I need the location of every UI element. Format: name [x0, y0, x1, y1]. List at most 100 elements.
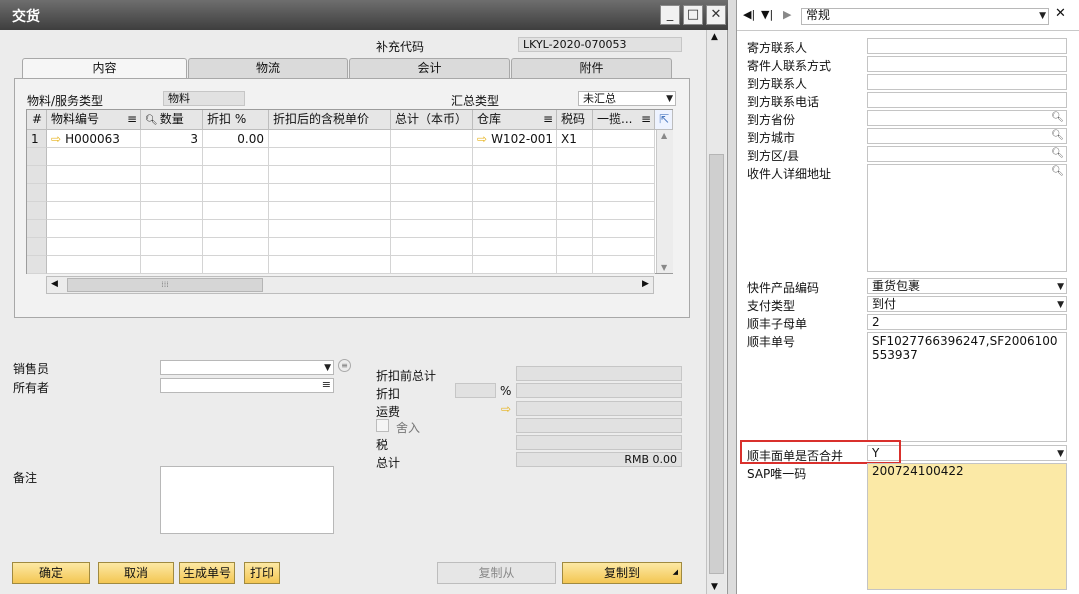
- column-header[interactable]: 税码: [557, 110, 593, 130]
- empty-cell[interactable]: [47, 148, 141, 166]
- search-icon[interactable]: 🔍︎: [1051, 129, 1064, 143]
- empty-cell[interactable]: [473, 166, 557, 184]
- sap-code-field[interactable]: 200724100422: [867, 463, 1067, 590]
- tab-logistics[interactable]: 物流: [188, 58, 348, 78]
- receiver-province-field[interactable]: 🔍︎: [867, 110, 1067, 126]
- freight-field[interactable]: [516, 401, 682, 416]
- salesperson-select[interactable]: ▼: [160, 360, 334, 375]
- empty-cell[interactable]: [203, 184, 269, 202]
- empty-cell[interactable]: [391, 148, 473, 166]
- vertical-scrollbar[interactable]: ▲ ▼: [706, 30, 726, 594]
- empty-cell[interactable]: [47, 220, 141, 238]
- empty-cell[interactable]: [269, 220, 391, 238]
- remarks-textarea[interactable]: [160, 466, 334, 534]
- row-header[interactable]: [27, 184, 47, 202]
- empty-cell[interactable]: [269, 184, 391, 202]
- empty-cell[interactable]: [391, 166, 473, 184]
- discount-amount-field[interactable]: [516, 383, 682, 398]
- tax-field[interactable]: [516, 435, 682, 450]
- sub-count-field[interactable]: 2: [867, 314, 1067, 330]
- tab-content[interactable]: 内容: [22, 58, 187, 79]
- row-header[interactable]: [27, 202, 47, 220]
- item-code-cell[interactable]: ⇨ H000063: [47, 130, 141, 148]
- supplement-code-field[interactable]: LKYL-2020-070053: [518, 37, 682, 52]
- empty-cell[interactable]: [203, 220, 269, 238]
- empty-cell[interactable]: [473, 256, 557, 274]
- price-cell[interactable]: [269, 130, 391, 148]
- link-arrow-icon[interactable]: ⇨: [51, 132, 61, 146]
- empty-cell[interactable]: [557, 148, 593, 166]
- empty-cell[interactable]: [391, 220, 473, 238]
- sender-phone-field[interactable]: [867, 56, 1067, 72]
- column-header[interactable]: 折扣 %: [203, 110, 269, 130]
- empty-cell[interactable]: [141, 166, 203, 184]
- minimize-icon[interactable]: _: [660, 5, 680, 25]
- empty-cell[interactable]: [141, 184, 203, 202]
- empty-cell[interactable]: [473, 220, 557, 238]
- column-header[interactable]: 🔍︎ 数量: [141, 110, 203, 130]
- empty-cell[interactable]: [473, 238, 557, 256]
- scroll-right-icon[interactable]: ▶: [642, 279, 649, 289]
- column-header[interactable]: 物料编号 ≡: [47, 110, 141, 130]
- discount-cell[interactable]: 0.00: [203, 130, 269, 148]
- close-icon[interactable]: ✕: [1055, 6, 1066, 21]
- empty-cell[interactable]: [141, 238, 203, 256]
- tab-accounting[interactable]: 会计: [349, 58, 510, 78]
- scroll-up-icon[interactable]: ▲: [711, 32, 718, 42]
- column-header[interactable]: 总计（本币）: [391, 110, 473, 130]
- empty-cell[interactable]: [557, 202, 593, 220]
- empty-cell[interactable]: [593, 256, 655, 274]
- product-code-select[interactable]: 重货包裹 ▼: [867, 278, 1067, 294]
- warehouse-cell[interactable]: ⇨ W102-001: [473, 130, 557, 148]
- total-cell[interactable]: [391, 130, 473, 148]
- tax-code-cell[interactable]: X1: [557, 130, 593, 148]
- empty-cell[interactable]: [269, 166, 391, 184]
- search-icon[interactable]: 🔍︎: [1051, 111, 1064, 125]
- empty-cell[interactable]: [47, 166, 141, 184]
- receiver-contact-field[interactable]: [867, 74, 1067, 90]
- empty-cell[interactable]: [269, 202, 391, 220]
- link-arrow-icon[interactable]: ⇨: [501, 402, 511, 416]
- column-header[interactable]: 折扣后的含税单价: [269, 110, 391, 130]
- print-button[interactable]: 打印: [244, 562, 280, 584]
- empty-cell[interactable]: [593, 184, 655, 202]
- quantity-cell[interactable]: 3: [141, 130, 203, 148]
- empty-cell[interactable]: [269, 148, 391, 166]
- scroll-up-icon[interactable]: ▲: [661, 131, 667, 140]
- row-header[interactable]: [27, 256, 47, 274]
- cancel-button[interactable]: 取消: [98, 562, 174, 584]
- sender-contact-field[interactable]: [867, 38, 1067, 54]
- empty-cell[interactable]: [141, 256, 203, 274]
- empty-cell[interactable]: [269, 256, 391, 274]
- rounding-checkbox[interactable]: [376, 419, 389, 432]
- nav-select[interactable]: 常规 ▼: [801, 8, 1049, 25]
- sf-number-textarea[interactable]: SF1027766396247,SF2006100553937: [867, 332, 1067, 442]
- row-header[interactable]: [27, 220, 47, 238]
- empty-cell[interactable]: [557, 166, 593, 184]
- scroll-left-icon[interactable]: ◀: [51, 279, 58, 289]
- tab-attachments[interactable]: 附件: [511, 58, 672, 78]
- column-header[interactable]: 一揽... ≡: [593, 110, 655, 130]
- column-header[interactable]: 仓库 ≡: [473, 110, 557, 130]
- generate-number-button[interactable]: 生成单号: [179, 562, 235, 584]
- empty-cell[interactable]: [269, 238, 391, 256]
- empty-cell[interactable]: [391, 202, 473, 220]
- empty-cell[interactable]: [593, 220, 655, 238]
- expand-icon[interactable]: ⇱: [655, 110, 673, 130]
- maximize-icon[interactable]: □: [683, 5, 703, 25]
- empty-cell[interactable]: [473, 148, 557, 166]
- row-header[interactable]: [27, 148, 47, 166]
- receiver-phone-field[interactable]: [867, 92, 1067, 108]
- scroll-thumb[interactable]: ⁞⁞⁞: [67, 278, 263, 292]
- receiver-city-field[interactable]: 🔍︎: [867, 128, 1067, 144]
- empty-cell[interactable]: [203, 148, 269, 166]
- copy-to-button[interactable]: 复制到 ◢: [562, 562, 682, 584]
- empty-cell[interactable]: [47, 202, 141, 220]
- scroll-down-icon[interactable]: ▼: [661, 263, 667, 272]
- grid-horizontal-scrollbar[interactable]: ◀ ⁞⁞⁞ ▶: [46, 276, 654, 294]
- empty-cell[interactable]: [557, 220, 593, 238]
- empty-cell[interactable]: [391, 184, 473, 202]
- empty-cell[interactable]: [141, 202, 203, 220]
- ok-button[interactable]: 确定: [12, 562, 90, 584]
- total-field[interactable]: RMB 0.00: [516, 452, 682, 467]
